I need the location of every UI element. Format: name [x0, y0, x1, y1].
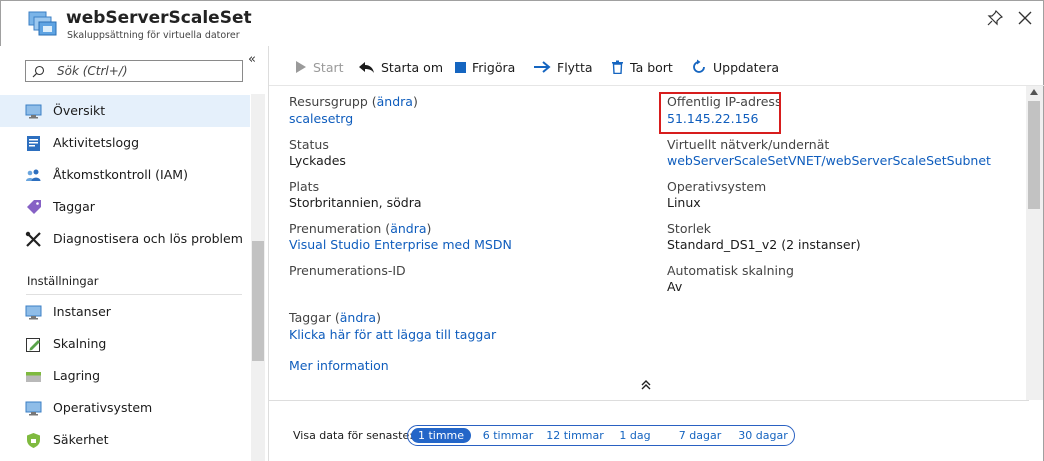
activity-log-icon — [27, 136, 40, 151]
sidebar-item-label: Instanser — [53, 304, 111, 319]
time-option-1d[interactable]: 1 dag — [613, 428, 657, 443]
add-tags-link[interactable]: Klicka här för att lägga till taggar — [289, 327, 496, 342]
time-range-label: Visa data för senaste: — [293, 429, 413, 442]
sidebar: Sök (Ctrl+/) « Översikt Aktivitetslogg Å… — [0, 46, 268, 461]
sidebar-item-label: Skalning — [53, 336, 107, 351]
os-label: Operativsystem — [667, 179, 767, 194]
change-subscription-link[interactable]: ändra — [390, 221, 426, 236]
scroll-up-icon[interactable] — [1030, 89, 1038, 95]
section-label-settings: Inställningar — [27, 274, 99, 288]
status-label: Status — [289, 137, 329, 152]
start-button[interactable]: Start — [295, 56, 344, 78]
sidebar-item-label: Taggar — [53, 199, 95, 214]
blade-header: webServerScaleSet Skaluppsättning för vi… — [0, 0, 1044, 46]
sidebar-item-storage[interactable]: Lagring — [0, 360, 250, 392]
sidebar-item-label: Säkerhet — [53, 432, 109, 447]
restart-icon — [359, 62, 374, 73]
resource-group-link[interactable]: scalesetrg — [289, 111, 353, 126]
arrow-right-icon — [534, 61, 551, 73]
essentials-divider — [269, 400, 1029, 401]
location-label: Plats — [289, 179, 320, 194]
sidebar-item-diagnose[interactable]: Diagnostisera och lös problem — [0, 223, 250, 255]
sidebar-item-label: Diagnostisera och lös problem — [53, 231, 243, 246]
main-content: Start Starta om Frigöra Flytta Ta bort U… — [268, 46, 1044, 461]
play-icon — [296, 61, 306, 73]
sidebar-item-iam[interactable]: Åtkomstkontroll (IAM) — [0, 159, 250, 191]
scale-set-icon — [28, 11, 57, 36]
sidebar-item-scaling[interactable]: Skalning — [0, 328, 250, 360]
people-icon — [26, 169, 41, 181]
sidebar-item-label: Åtkomstkontroll (IAM) — [53, 167, 188, 182]
shield-icon — [27, 433, 40, 448]
edit-scale-icon — [26, 338, 40, 352]
trash-icon — [612, 60, 623, 74]
stop-icon — [455, 61, 466, 73]
tag-icon — [27, 200, 41, 214]
size-value: Standard_DS1_v2 (2 instanser) — [667, 237, 861, 252]
section-divider — [26, 294, 242, 295]
size-label: Storlek — [667, 221, 712, 236]
search-placeholder: Sök (Ctrl+/) — [57, 64, 128, 78]
command-bar: Start Starta om Frigöra Flytta Ta bort U… — [269, 46, 1044, 86]
time-option-30d[interactable]: 30 dagar — [734, 428, 792, 443]
search-input[interactable]: Sök (Ctrl+/) — [25, 60, 243, 82]
tags-label: Taggar (ändra) — [289, 310, 381, 325]
wrench-icon — [25, 231, 41, 247]
sidebar-scrollbar-thumb[interactable] — [252, 241, 264, 361]
subscription-link[interactable]: Visual Studio Enterprise med MSDN — [289, 237, 512, 252]
time-option-12h[interactable]: 12 timmar — [542, 428, 608, 443]
sidebar-item-label: Aktivitetslogg — [53, 135, 140, 150]
close-icon[interactable] — [1017, 10, 1033, 26]
search-icon — [32, 65, 45, 78]
sidebar-item-label: Översikt — [53, 103, 106, 118]
storage-icon — [26, 372, 41, 382]
deallocate-button[interactable]: Frigöra — [455, 56, 515, 78]
time-option-6h[interactable]: 6 timmar — [478, 428, 538, 443]
sidebar-item-instances[interactable]: Instanser — [0, 296, 250, 328]
restart-button[interactable]: Starta om — [357, 56, 443, 78]
move-button[interactable]: Flytta — [533, 56, 593, 78]
sidebar-item-label: Operativsystem — [53, 400, 153, 415]
monitor-icon — [25, 305, 42, 320]
os-value: Linux — [667, 195, 701, 210]
subscription-label: Prenumeration (ändra) — [289, 221, 432, 236]
page-title: webServerScaleSet — [66, 8, 252, 28]
status-value: Lyckades — [289, 153, 346, 168]
autoscale-value: Av — [667, 279, 683, 294]
location-value: Storbritannien, södra — [289, 195, 422, 210]
change-tags-link[interactable]: ändra — [340, 310, 376, 325]
pin-icon[interactable] — [987, 10, 1003, 26]
vnet-label: Virtuellt nätverk/undernät — [667, 137, 830, 152]
sidebar-item-overview[interactable]: Översikt — [0, 95, 250, 127]
change-resource-group-link[interactable]: ändra — [377, 94, 413, 109]
vnet-link[interactable]: webServerScaleSetVNET/webServerScaleSetS… — [667, 153, 991, 168]
page-subtitle: Skaluppsättning för virtuella datorer — [67, 30, 240, 41]
time-range-selector: 1 timme 6 timmar 12 timmar 1 dag 7 dagar… — [407, 425, 795, 446]
refresh-icon — [693, 59, 705, 73]
time-option-7d[interactable]: 7 dagar — [672, 428, 728, 443]
sidebar-item-tags[interactable]: Taggar — [0, 191, 250, 223]
resource-group-label: Resursgrupp (ändra) — [289, 94, 418, 109]
sidebar-item-activity-log[interactable]: Aktivitetslogg — [0, 127, 250, 159]
more-info-link[interactable]: Mer information — [289, 358, 389, 373]
os-icon — [25, 401, 42, 416]
refresh-button[interactable]: Uppdatera — [691, 56, 779, 78]
delete-button[interactable]: Ta bort — [611, 56, 673, 78]
collapse-sidebar-button[interactable]: « — [248, 52, 256, 67]
overview-icon — [25, 104, 42, 119]
collapse-essentials-icon[interactable] — [639, 379, 653, 391]
main-scrollbar-thumb[interactable] — [1028, 101, 1040, 209]
autoscale-label: Automatisk skalning — [667, 263, 794, 278]
subscription-id-label: Prenumerations-ID — [289, 263, 406, 278]
sidebar-item-security[interactable]: Säkerhet — [0, 424, 250, 456]
sidebar-item-os[interactable]: Operativsystem — [0, 392, 250, 424]
sidebar-item-label: Lagring — [53, 368, 101, 383]
time-option-1h[interactable]: 1 timme — [411, 428, 471, 443]
public-ip-highlight — [659, 92, 781, 134]
